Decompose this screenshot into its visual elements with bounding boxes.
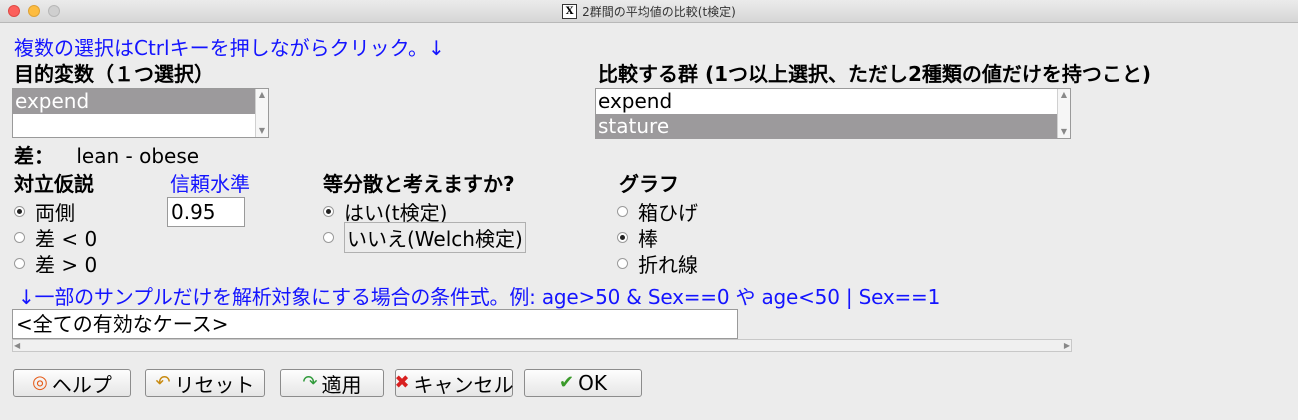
alternative-label: 対立仮説: [14, 172, 94, 196]
radio-unchecked-icon[interactable]: [14, 231, 25, 243]
apply-button[interactable]: ↷ 適用: [280, 369, 384, 397]
radio-checked-icon[interactable]: [14, 205, 25, 217]
title-container: X 2群間の平均値の比較(t検定): [0, 0, 1298, 22]
response-item-empty[interactable]: [13, 114, 257, 139]
graph-option-bar[interactable]: 棒: [617, 224, 698, 251]
radio-unchecked-icon[interactable]: [617, 257, 628, 269]
groups-scrollbar[interactable]: ▲ ▼: [1057, 89, 1070, 138]
scroll-up-icon[interactable]: ▲: [1058, 89, 1070, 101]
cancel-button-label: キャンセル: [413, 372, 514, 397]
scroll-up-icon[interactable]: ▲: [256, 89, 268, 101]
response-listbox[interactable]: expend ▲ ▼: [12, 88, 269, 138]
alternative-option-label: 両側: [35, 200, 75, 225]
variance-option-welch[interactable]: いいえ(Welch検定): [323, 221, 526, 253]
variance-label: 等分散と考えますか?: [323, 172, 515, 196]
scroll-down-icon[interactable]: ▼: [1058, 126, 1070, 138]
checkmark-icon: ✔: [559, 372, 575, 393]
reset-button[interactable]: ↶ リセット: [145, 369, 265, 397]
response-label: 目的変数（１つ選択）: [14, 62, 214, 86]
radio-unchecked-icon[interactable]: [617, 205, 628, 217]
alternative-option-greater[interactable]: 差 > 0: [14, 250, 98, 277]
alternative-option-two-sided[interactable]: 両側: [14, 198, 97, 225]
red-x-icon: ✖: [394, 372, 410, 393]
graph-option-boxplot[interactable]: 箱ひげ: [617, 198, 698, 225]
groups-item-expend[interactable]: expend: [596, 89, 1059, 114]
graph-label: グラフ: [619, 172, 679, 196]
variance-option-label: いいえ(Welch検定): [344, 221, 526, 253]
response-item-expend[interactable]: expend: [13, 89, 257, 114]
radio-checked-icon[interactable]: [617, 231, 628, 243]
confidence-input[interactable]: 0.95: [167, 197, 245, 227]
difference-value: lean - obese: [76, 144, 200, 168]
groups-label: 比較する群 (1つ以上選択、ただし2種類の値だけを持つこと): [598, 62, 1152, 86]
x11-icon: X: [562, 3, 578, 19]
subset-input[interactable]: <全ての有効なケース>: [12, 309, 738, 339]
help-button[interactable]: ◎ ヘルプ: [13, 369, 131, 397]
radio-checked-icon[interactable]: [323, 205, 334, 217]
instruction-text: 複数の選択はCtrlキーを押しながらクリック。↓: [14, 36, 445, 60]
variance-option-t-test[interactable]: はい(t検定): [323, 198, 526, 225]
graph-group: 箱ひげ 棒 折れ線: [617, 198, 698, 277]
radio-unchecked-icon[interactable]: [14, 257, 25, 269]
graph-option-label: 箱ひげ: [638, 200, 698, 225]
lifebuoy-icon: ◎: [32, 372, 48, 393]
alternative-group: 両側 差 < 0 差 > 0: [14, 198, 98, 277]
graph-option-label: 折れ線: [638, 252, 698, 277]
undo-arrow-icon: ↶: [155, 372, 171, 393]
subset-hscrollbar[interactable]: ◀ ▶: [12, 339, 1072, 352]
graph-option-line[interactable]: 折れ線: [617, 250, 698, 277]
groups-item-stature[interactable]: stature: [596, 114, 1059, 139]
alternative-option-label: 差 < 0: [35, 226, 98, 251]
difference-label: 差：: [14, 144, 54, 168]
scroll-right-icon[interactable]: ▶: [1064, 340, 1070, 351]
response-scrollbar[interactable]: ▲ ▼: [255, 89, 268, 137]
window-titlebar[interactable]: X 2群間の平均値の比較(t検定): [0, 0, 1298, 23]
scroll-down-icon[interactable]: ▼: [256, 125, 268, 137]
reset-button-label: リセット: [174, 372, 255, 397]
cancel-button[interactable]: ✖ キャンセル: [394, 369, 514, 397]
ok-button[interactable]: ✔ OK: [524, 369, 642, 397]
graph-option-label: 棒: [638, 226, 658, 251]
groups-listbox[interactable]: expend stature ▲ ▼: [595, 88, 1071, 139]
window-title: 2群間の平均値の比較(t検定): [582, 4, 736, 19]
radio-unchecked-icon[interactable]: [323, 231, 334, 243]
alternative-option-label: 差 > 0: [35, 252, 98, 277]
alternative-option-less[interactable]: 差 < 0: [14, 224, 98, 251]
apply-button-label: 適用: [321, 372, 362, 397]
confidence-label: 信頼水準: [170, 172, 250, 196]
variance-group: はい(t検定) いいえ(Welch検定): [323, 198, 526, 253]
subset-label: ↓一部のサンプルだけを解析対象にする場合の条件式。例: age>50 & Sex…: [18, 285, 941, 309]
difference-row: 差： lean - obese: [14, 144, 199, 168]
ok-button-label: OK: [578, 371, 607, 395]
redo-arrow-icon: ↷: [302, 372, 318, 393]
help-button-label: ヘルプ: [51, 372, 112, 397]
scroll-left-icon[interactable]: ◀: [14, 340, 20, 351]
